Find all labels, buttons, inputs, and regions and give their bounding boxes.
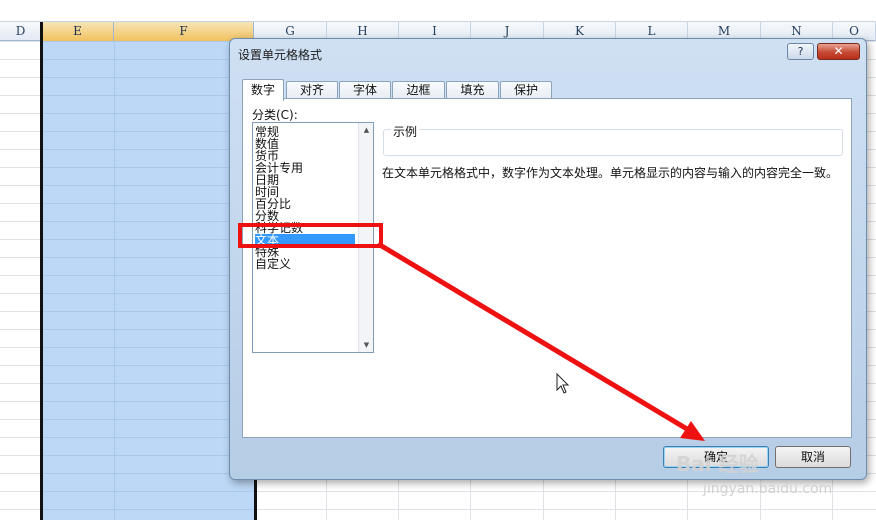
column-header-e[interactable]: E [42, 22, 114, 41]
mouse-cursor-icon [556, 373, 570, 394]
format-cells-dialog: 设置单元格格式 ? ✕ 数字 对齐 字体 边框 填充 保护 分类(C): 常规 … [229, 38, 867, 480]
formula-bar-area [0, 0, 876, 22]
sample-box [383, 129, 843, 156]
tab-font[interactable]: 字体 [339, 81, 391, 99]
format-description: 在文本单元格格式中，数字作为文本处理。单元格显示的内容与输入的内容完全一致。 [382, 166, 839, 180]
number-tab-panel: 分类(C): 常规 数值 货币 会计专用 日期 时间 百分比 分数 科学记数 文… [242, 98, 852, 438]
tab-number[interactable]: 数字 [242, 79, 284, 101]
dialog-title: 设置单元格格式 [238, 48, 323, 62]
help-button[interactable]: ? [787, 43, 814, 60]
category-label: 分类(C): [252, 108, 298, 122]
scroll-down-arrow-icon[interactable]: ▼ [359, 338, 373, 352]
column-header-d[interactable]: D [0, 22, 42, 41]
grid-line [114, 41, 115, 520]
tab-protection[interactable]: 保护 [500, 81, 552, 99]
selected-columns-range[interactable] [42, 41, 254, 520]
cancel-button[interactable]: 取消 [775, 446, 851, 468]
watermark-text: Bai 经验 [676, 452, 759, 476]
watermark-url: jingyan.baidu.com [703, 481, 833, 497]
tab-alignment[interactable]: 对齐 [286, 81, 338, 99]
scroll-up-arrow-icon[interactable]: ▲ [359, 123, 373, 137]
sample-label: 示例 [391, 123, 420, 140]
selection-border [40, 22, 43, 520]
annotation-highlight-box [238, 223, 383, 248]
tab-fill[interactable]: 填充 [446, 81, 499, 99]
category-item-custom[interactable]: 自定义 [255, 258, 355, 271]
close-button[interactable]: ✕ [817, 43, 860, 60]
tab-border[interactable]: 边框 [392, 81, 445, 99]
